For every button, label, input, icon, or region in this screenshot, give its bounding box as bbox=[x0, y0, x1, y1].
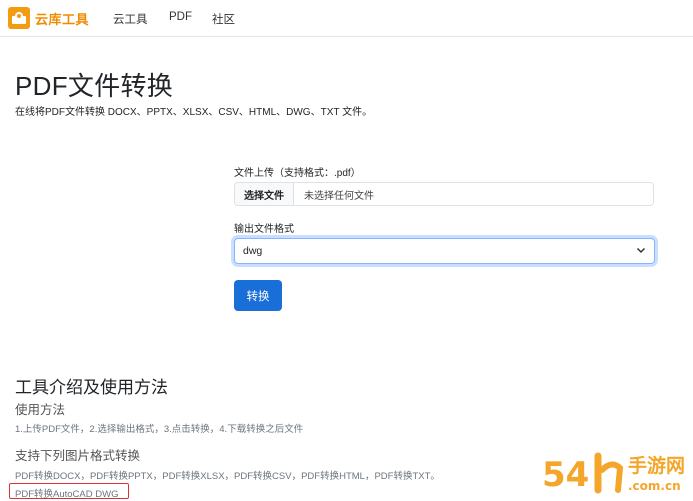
nav-link-cloud-tools[interactable]: 云工具 bbox=[113, 11, 148, 27]
watermark-digits: 54 bbox=[542, 455, 589, 495]
output-format-label: 输出文件格式 bbox=[234, 224, 294, 235]
page-title: PDF文件转换 bbox=[15, 71, 174, 101]
output-format-select[interactable]: dwg bbox=[234, 238, 655, 264]
top-navbar: 云库工具 云工具 PDF 社区 bbox=[0, 0, 693, 37]
watermark-logo: 54 手游网 .com.cn bbox=[540, 446, 690, 496]
support-heading: 支持下列图片格式转换 bbox=[15, 449, 141, 463]
brand-name: 云库工具 bbox=[35, 11, 90, 27]
brand-logo-icon bbox=[8, 7, 30, 29]
intro-title: 工具介绍及使用方法 bbox=[15, 378, 168, 397]
file-upload-input[interactable]: 选择文件 未选择任何文件 bbox=[234, 182, 654, 206]
output-format-value: dwg bbox=[243, 245, 263, 257]
watermark-main: 手游网 bbox=[628, 454, 685, 477]
usage-text: 1.上传PDF文件，2.选择输出格式，3.点击转换，4.下载转换之后文件 bbox=[15, 424, 304, 435]
usage-heading: 使用方法 bbox=[15, 403, 66, 417]
upload-label: 文件上传（支持格式：.pdf） bbox=[234, 168, 361, 179]
support-text: PDF转换DOCX，PDF转换PPTX，PDF转换XLSX，PDF转换CSV，P… bbox=[15, 471, 440, 482]
nav-link-community[interactable]: 社区 bbox=[212, 11, 235, 27]
convert-button[interactable]: 转换 bbox=[234, 280, 282, 311]
brand[interactable]: 云库工具 bbox=[8, 7, 89, 29]
chevron-down-icon bbox=[636, 245, 646, 258]
nav-link-pdf[interactable]: PDF bbox=[169, 11, 192, 23]
file-status-text: 未选择任何文件 bbox=[304, 190, 374, 202]
highlight-annotation-box bbox=[9, 483, 129, 499]
page-subtitle: 在线将PDF文件转换 DOCX、PPTX、XLSX、CSV、HTML、DWG、T… bbox=[15, 107, 373, 118]
choose-file-button[interactable]: 选择文件 bbox=[235, 183, 294, 205]
watermark-site: .com.cn bbox=[628, 479, 681, 493]
